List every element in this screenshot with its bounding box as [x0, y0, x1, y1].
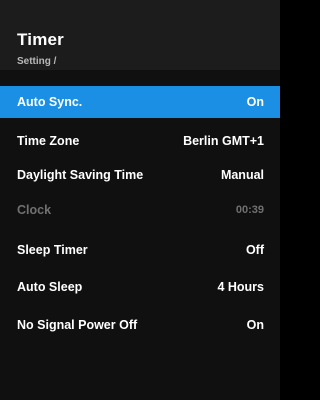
menu-item-value: On: [246, 95, 264, 109]
timer-menu-screen: Timer Setting / Auto Sync. On Time Zone …: [0, 0, 280, 400]
menu-item-value: 4 Hours: [217, 280, 264, 294]
menu-item-label: Clock: [17, 203, 52, 217]
menu-item-auto-sync[interactable]: Auto Sync. On: [0, 86, 280, 118]
menu-item-auto-sleep[interactable]: Auto Sleep 4 Hours: [0, 271, 280, 303]
menu-item-value: On: [246, 318, 264, 332]
breadcrumb: Setting /: [17, 56, 57, 67]
menu-item-label: Sleep Timer: [17, 243, 88, 257]
menu-item-no-signal-power-off[interactable]: No Signal Power Off On: [0, 309, 280, 341]
menu-item-time-zone[interactable]: Time Zone Berlin GMT+1: [0, 125, 280, 157]
menu-item-value: Off: [245, 243, 264, 257]
menu-item-label: Time Zone: [17, 134, 80, 148]
menu-header: Timer Setting /: [0, 0, 280, 70]
menu-item-label: Auto Sleep: [17, 280, 83, 294]
page-title: Timer: [17, 30, 64, 49]
menu-item-clock: Clock 00:39: [0, 194, 280, 226]
menu-item-value: Berlin GMT+1: [183, 134, 264, 148]
menu-item-sleep-timer[interactable]: Sleep Timer Off: [0, 234, 280, 266]
menu-item-label: Auto Sync.: [17, 95, 83, 109]
menu-item-daylight-saving-time[interactable]: Daylight Saving Time Manual: [0, 159, 280, 191]
menu-item-value: Manual: [220, 168, 264, 182]
menu-item-value: 00:39: [235, 204, 264, 216]
menu-item-label: Daylight Saving Time: [17, 168, 144, 182]
menu-item-label: No Signal Power Off: [17, 318, 138, 332]
